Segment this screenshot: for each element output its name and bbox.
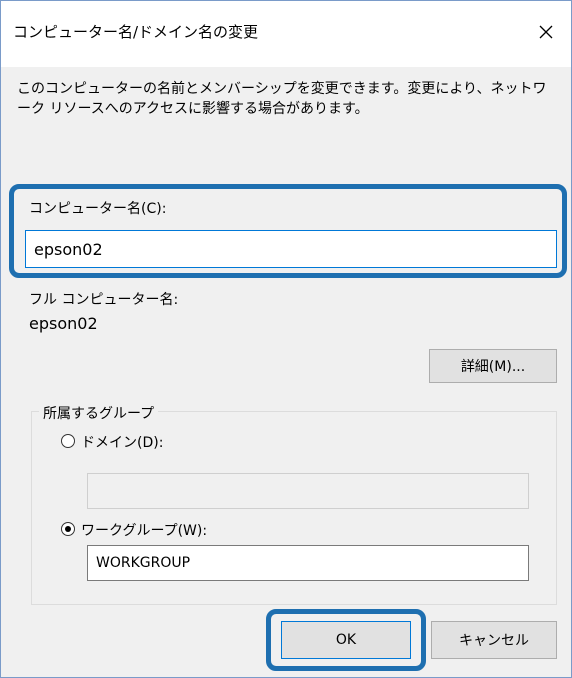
full-computer-name-value: epson02 [29, 314, 98, 333]
computer-name-value: epson02 [34, 239, 103, 259]
dialog-window: コンピューター名/ドメイン名の変更 このコンピューターの名前とメンバーシップを変… [0, 0, 572, 678]
domain-input[interactable] [87, 473, 529, 509]
workgroup-input[interactable]: WORKGROUP [87, 545, 529, 581]
workgroup-value: WORKGROUP [96, 555, 191, 571]
member-of-title: 所属するグループ [39, 403, 159, 423]
title-bar: コンピューター名/ドメイン名の変更 [1, 1, 571, 67]
workgroup-radio[interactable] [61, 522, 75, 536]
close-icon [539, 25, 553, 39]
computer-name-label: コンピューター名(C): [29, 201, 167, 217]
ok-button[interactable]: OK [281, 621, 411, 659]
cancel-button[interactable]: キャンセル [431, 621, 557, 659]
domain-radio[interactable] [61, 434, 75, 448]
full-computer-name-label: フル コンピューター名: [29, 292, 179, 308]
details-button-label: 詳細(M)... [460, 359, 526, 375]
ok-button-label: OK [335, 632, 357, 648]
domain-label[interactable]: ドメイン(D): [81, 432, 163, 452]
close-button[interactable] [527, 13, 565, 51]
cancel-button-label: キャンセル [459, 633, 529, 649]
computer-name-input[interactable]: epson02 [25, 230, 557, 268]
details-button[interactable]: 詳細(M)... [429, 349, 557, 383]
workgroup-label[interactable]: ワークグループ(W): [81, 520, 207, 540]
description-text: このコンピューターの名前とメンバーシップを変更できます。変更により、ネットワーク… [17, 81, 547, 117]
window-title: コンピューター名/ドメイン名の変更 [13, 23, 259, 41]
